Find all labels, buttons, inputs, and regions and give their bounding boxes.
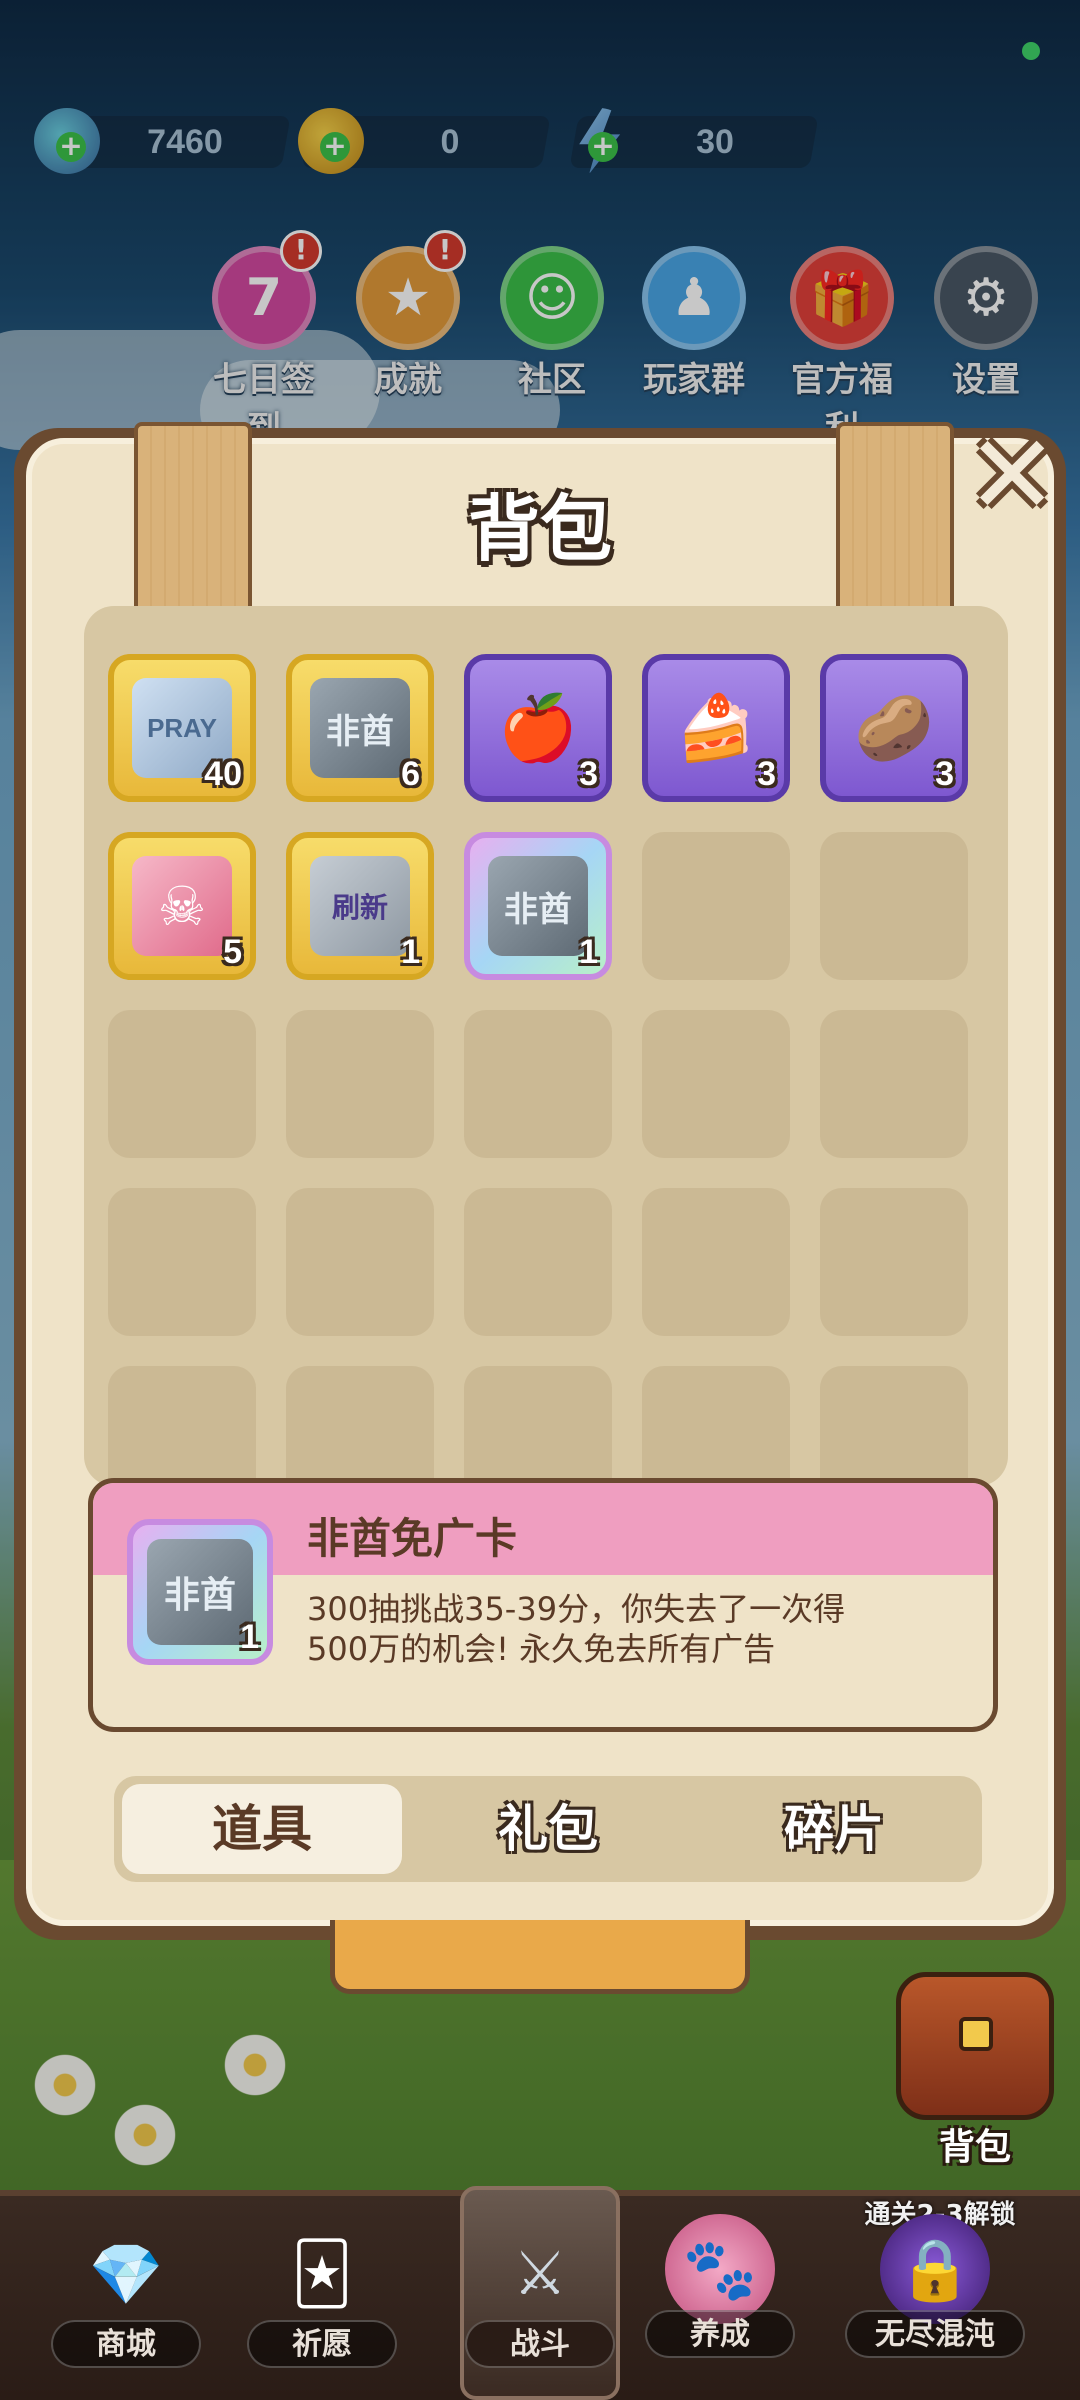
feiqiu-ad-card-icon: 非酋 [488,856,588,956]
inventory-slot[interactable]: 🥔 3 [820,654,968,802]
refresh-ticket-icon: 刷新 [310,856,410,956]
tab-fragments[interactable]: 碎片 [694,1784,974,1874]
inventory-slot[interactable]: ☠ 5 [108,832,256,980]
nav-pray[interactable]: 🃏 祈愿 [232,2214,412,2368]
panel-ledge [330,1920,750,1994]
empty-slot [286,1188,434,1336]
item-count: 3 [757,755,776,793]
item-count: 40 [204,755,242,793]
nav-label: 战斗 [465,2320,615,2368]
tab-gift-packs[interactable]: 礼包 [408,1784,688,1874]
tape-right [836,422,954,614]
panel-title: 背包 [467,487,612,571]
empty-slot [464,1366,612,1486]
nav-label: 无尽混沌 [845,2310,1025,2358]
inventory-slot[interactable]: 🍎 3 [464,654,612,802]
item-title: 非酋免广卡 [307,1514,518,1563]
empty-slot [820,832,968,980]
item-count: 1 [579,933,598,971]
tab-items[interactable]: 道具 [122,1784,402,1874]
empty-slot [108,1010,256,1158]
inventory-grid: PRAY 40 非酋 6 🍎 3 🍰 3 🥔 3 ☠ 5 刷新 1 非酋 1 [84,606,1008,1486]
inventory-slot[interactable]: 非酋 1 [464,832,612,980]
nav-label: 商城 [51,2320,201,2368]
empty-slot [820,1366,968,1486]
empty-slot [464,1010,612,1158]
cards-icon: 🃏 [291,2239,353,2309]
crossed-swords-icon: ⚔ [513,2239,567,2309]
cake-icon: 🍰 [676,691,756,766]
chips-icon: 🥔 [854,691,934,766]
empty-slot [642,1188,790,1336]
item-description: 300抽挑战35-39分，你失去了一次得500万的机会! 永久免去所有广告 [307,1590,846,1668]
lock-icon: 🔒 [880,2214,990,2324]
empty-slot [642,1010,790,1158]
feiqiu-ad-card-icon: 非酋 1 [127,1519,273,1665]
category-tabs: 道具 礼包 碎片 [114,1776,982,1882]
inventory-slot[interactable]: 非酋 6 [286,654,434,802]
inventory-slot[interactable]: PRAY 40 [108,654,256,802]
nav-endless-chaos[interactable]: 🔒 无尽混沌 [840,2214,1030,2358]
nav-cultivate[interactable]: 🐾 养成 [630,2214,810,2358]
inventory-slot[interactable]: 🍰 3 [642,654,790,802]
tape-left [134,422,252,614]
empty-slot [642,832,790,980]
empty-slot [108,1188,256,1336]
item-count: 5 [223,933,242,971]
backpack-button[interactable] [896,1972,1054,2120]
inventory-slot[interactable]: 刷新 1 [286,832,434,980]
empty-slot [286,1010,434,1158]
empty-slot [464,1188,612,1336]
nav-label: 养成 [645,2310,795,2358]
backpack-icon [959,2017,993,2051]
apple-icon: 🍎 [498,691,578,766]
paw-icon: 🐾 [665,2214,775,2324]
empty-slot [286,1366,434,1486]
item-count: 1 [401,933,420,971]
nav-battle[interactable]: ⚔ 战斗 [450,2214,630,2368]
feiqiu-card-icon: 非酋 [310,678,410,778]
item-count: 1 [240,1618,259,1656]
backpack-label: 背包 [938,2127,1011,2168]
empty-slot [108,1366,256,1486]
empty-slot [820,1188,968,1336]
ghost-ticket-icon: ☠ [132,856,232,956]
item-count: 3 [579,755,598,793]
nav-shop[interactable]: 💎 商城 [36,2214,216,2368]
gem-chest-icon: 💎 [88,2239,164,2310]
item-detail-card: 非酋 1 非酋免广卡 300抽挑战35-39分，你失去了一次得500万的机会! … [88,1478,998,1732]
empty-slot [642,1366,790,1486]
close-icon[interactable]: ✕ [966,420,1058,530]
item-count: 3 [935,755,954,793]
card-face: 非酋 [147,1539,253,1645]
empty-slot [820,1010,968,1158]
item-count: 6 [401,755,420,793]
nav-label: 祈愿 [247,2320,397,2368]
